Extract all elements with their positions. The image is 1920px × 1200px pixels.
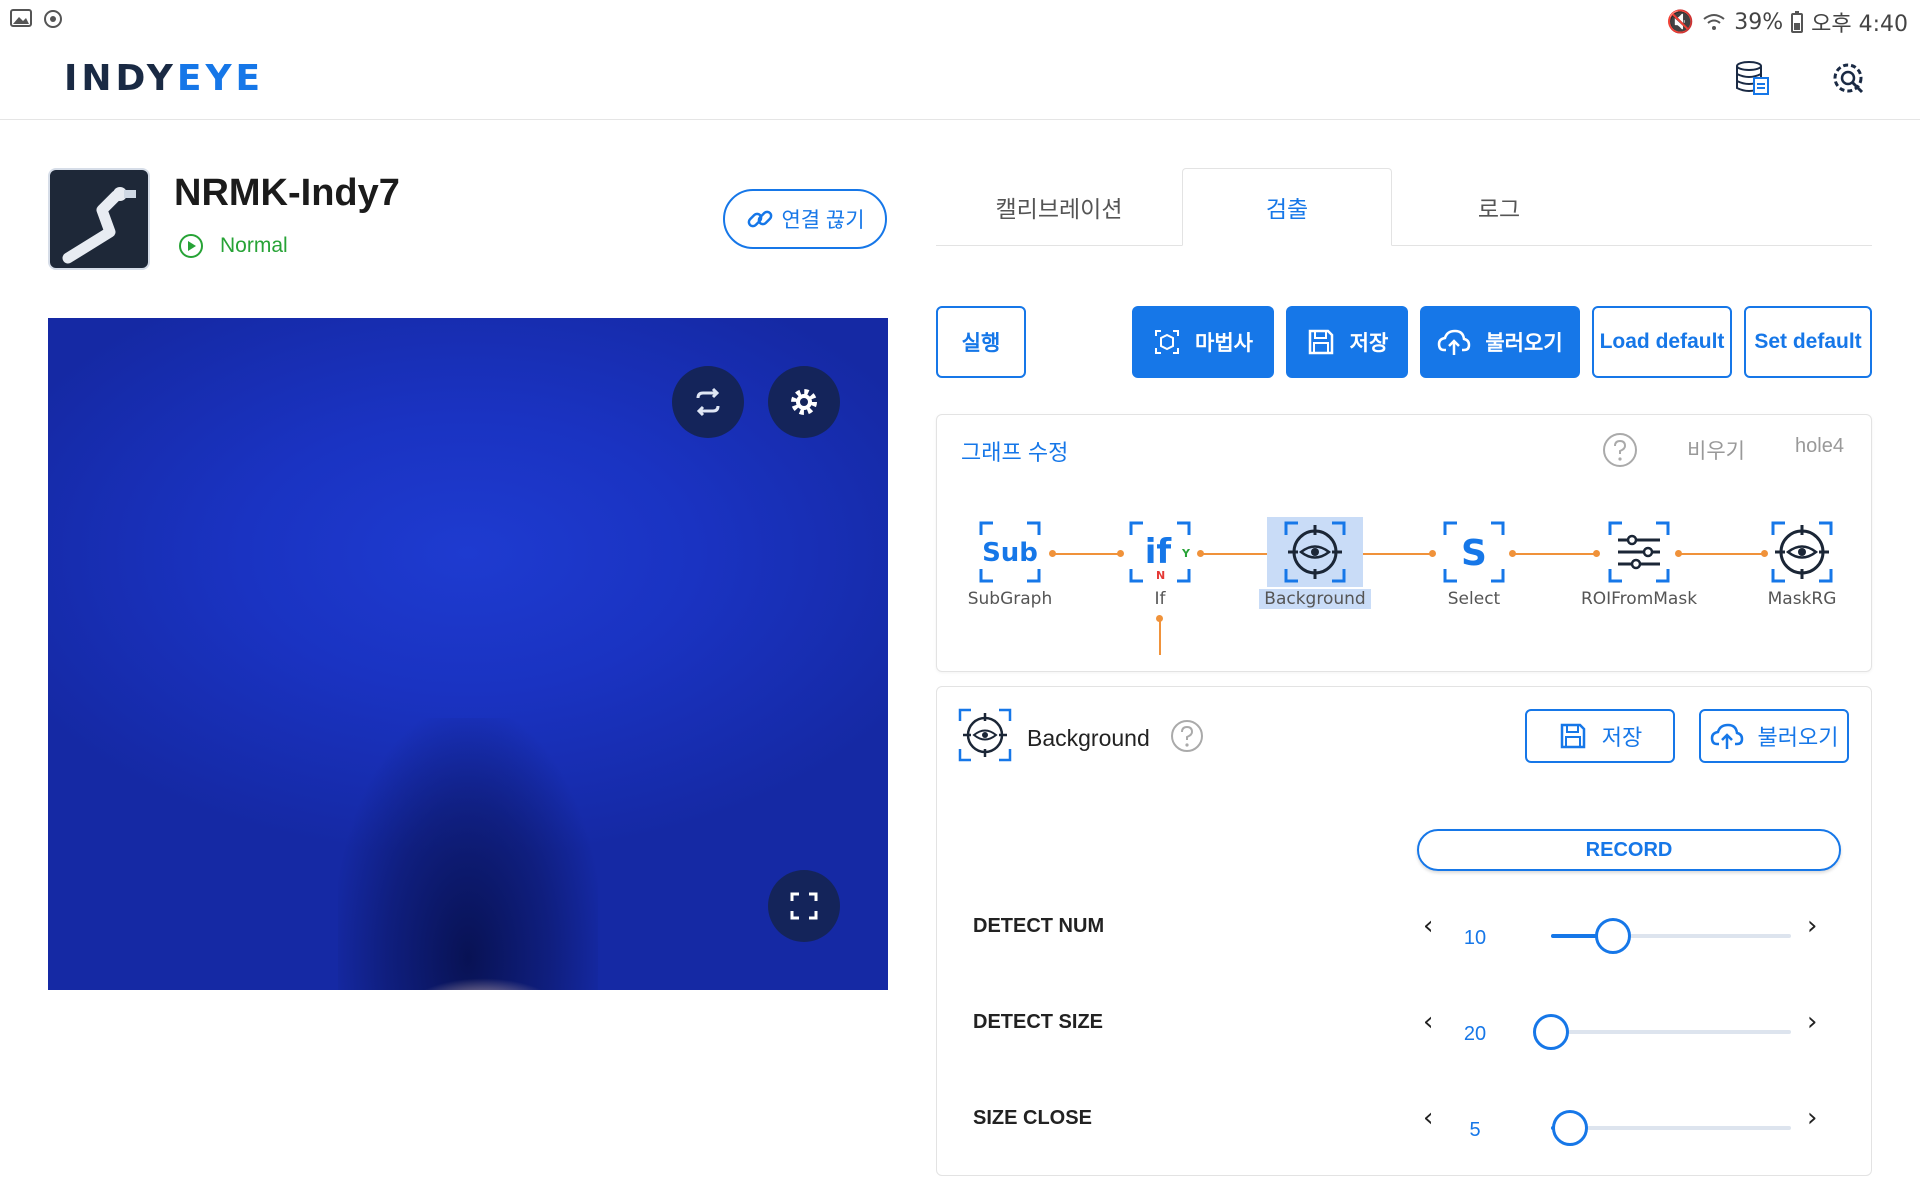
svg-text:Y: Y [1181,547,1191,560]
record-button[interactable]: RECORD [1417,829,1841,871]
target-eye-icon [958,708,1012,762]
param-value: 5 [1469,1119,1481,1141]
target-eye-icon [1284,521,1346,583]
run-button[interactable]: 실행 [936,306,1026,378]
wizard-icon [1155,330,1180,354]
if-icon: if Y N [1129,521,1191,583]
save-icon [1308,329,1333,355]
svg-text:Sub: Sub [982,538,1038,568]
chevron-left-icon[interactable]: ‹ [1423,1103,1433,1133]
param-label: DETECT NUM [973,915,1105,937]
disconnect-button[interactable]: 연결 끊기 [723,189,887,249]
param-value: 20 [1463,1023,1487,1045]
param-slider[interactable] [1533,1014,1791,1050]
clock: 오후 4:40 [1811,12,1908,37]
node-save-button[interactable]: 저장 [1525,709,1675,763]
wizard-button[interactable]: 마법사 [1132,306,1274,378]
robot-arm-icon [62,187,136,264]
database-icon[interactable] [1732,58,1772,98]
graph-title: 그래프 수정 [961,440,1069,465]
param-slider[interactable] [1551,1110,1791,1146]
camera-view[interactable] [48,318,888,990]
save-button[interactable]: 저장 [1286,306,1408,378]
sub-icon: Sub [979,521,1041,583]
gear-icon [791,389,817,415]
refresh-icon [696,387,720,417]
node-parameter-panel: Background 저장 불러오기 RECORD DETECT NUM ‹ 1… [936,686,1872,1176]
clear-graph-button[interactable]: 비우기 [1687,435,1745,465]
robot-status: Normal [178,233,288,259]
param-slider[interactable] [1551,918,1791,954]
slider-knob[interactable] [1595,918,1631,954]
chevron-right-icon[interactable]: › [1807,1007,1817,1037]
fullscreen-icon [790,892,818,920]
robot-thumbnail [48,168,150,270]
gallery-icon [10,9,32,27]
svg-text:if: if [1145,532,1173,572]
target-eye-icon [1771,521,1833,583]
wifi-icon [1703,14,1725,30]
load-button[interactable]: 불러오기 [1420,306,1580,378]
param-label: DETECT SIZE [973,1011,1104,1033]
node-load-button[interactable]: 불러오기 [1699,709,1849,763]
play-circle-icon [179,234,203,258]
settings-tools-icon[interactable] [1828,58,1868,98]
graph-editor-panel: 그래프 수정 비우기 hole4 Sub SubGraph if Y N If Ba… [936,414,1872,672]
cloud-upload-icon [1438,329,1471,355]
chevron-right-icon[interactable]: › [1807,911,1817,941]
tab-bar: 캘리브레이션 검출 로그 [936,168,1872,246]
mute-icon: 🔇 [1666,9,1695,35]
disconnect-label: 연결 끊기 [781,209,865,232]
battery-icon [1791,11,1804,33]
chevron-right-icon[interactable]: › [1807,1103,1817,1133]
chevron-left-icon[interactable]: ‹ [1423,1007,1433,1037]
status-bar: 🔇 39% 오후 4:40 [0,0,1920,37]
help-icon[interactable] [1169,718,1205,754]
graph-edge [1159,619,1161,655]
load-default-button[interactable]: Load default [1592,306,1732,378]
fullscreen-button[interactable] [768,870,840,942]
camera-settings-button[interactable] [768,366,840,438]
app-logo: INDYEYE [64,58,265,99]
refresh-button[interactable] [672,366,744,438]
graph-name: hole4 [1795,435,1844,457]
graph-node-background[interactable]: Background [1259,517,1371,609]
param-label: SIZE CLOSE [973,1107,1092,1129]
set-default-button[interactable]: Set default [1744,306,1872,378]
save-icon [1560,723,1585,749]
robot-status-text: Normal [220,234,288,257]
param-value: 10 [1463,927,1487,949]
svg-text:N: N [1156,569,1165,582]
battery-percent: 39% [1734,9,1784,35]
slider-knob[interactable] [1552,1110,1588,1146]
graph-node-roifrommask[interactable]: ROIFromMask [1573,517,1705,609]
tab-detection[interactable]: 검출 [1182,168,1392,246]
graph-node-select[interactable]: S Select [1419,517,1529,609]
robot-name: NRMK-Indy7 [174,172,400,214]
app-header: INDYEYE [0,36,1920,120]
sync-icon [44,10,62,28]
sliders-icon [1608,521,1670,583]
help-icon[interactable] [1601,431,1639,469]
svg-text:S: S [1461,533,1487,574]
graph-node-subgraph[interactable]: Sub SubGraph [955,517,1065,609]
tab-calibration[interactable]: 캘리브레이션 [936,168,1182,246]
node-panel-title: Background [1027,725,1150,751]
link-icon [748,210,773,228]
graph-node-if[interactable]: if Y N If [1105,517,1215,609]
graph-node-maskrg[interactable]: MaskRG [1747,517,1857,609]
select-icon: S [1443,521,1505,583]
cloud-upload-icon [1710,723,1743,749]
slider-knob[interactable] [1533,1014,1569,1050]
chevron-left-icon[interactable]: ‹ [1423,911,1433,941]
tab-log[interactable]: 로그 [1392,168,1606,246]
